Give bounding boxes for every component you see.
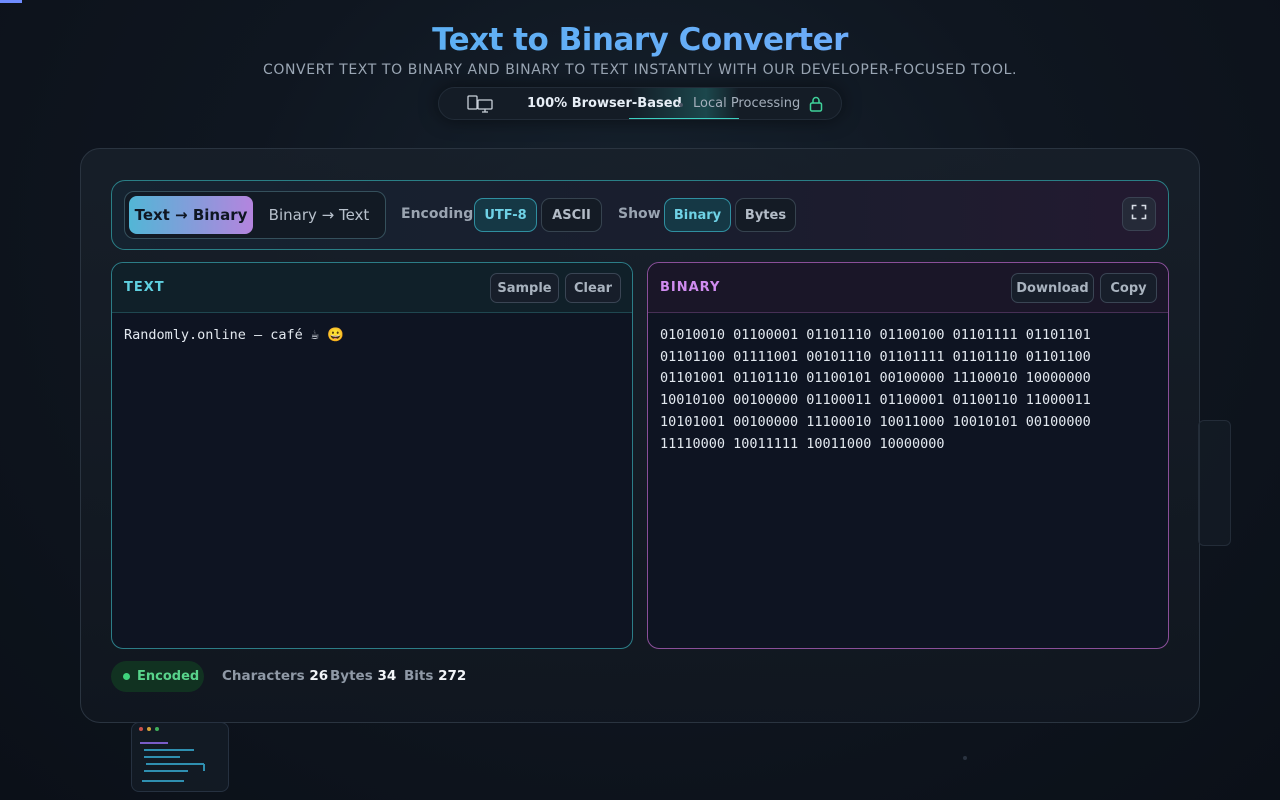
copy-button[interactable]: Copy: [1100, 273, 1157, 303]
hero: Text to Binary Converter CONVERT TEXT TO…: [0, 20, 1280, 78]
sample-button[interactable]: Sample: [490, 273, 559, 303]
text-input-area[interactable]: Randomly.online — café ☕ 😀: [124, 325, 620, 638]
badge-separator-dot: [679, 103, 683, 107]
browser-based-badge: 100% Browser-Based Local Processing: [438, 87, 842, 120]
badge-primary-text: 100% Browser-Based: [527, 96, 682, 111]
show-bytes-button[interactable]: Bytes: [735, 198, 796, 232]
stat-bits-value: 272: [438, 668, 467, 684]
stat-bytes: Bytes 34: [330, 668, 396, 684]
encoding-label: Encoding: [401, 206, 474, 222]
binary-card-title: BINARY: [660, 280, 721, 295]
mode-text-to-binary-button[interactable]: Text → Binary: [129, 196, 253, 234]
fullscreen-button[interactable]: [1122, 197, 1156, 231]
encoding-ascii-button[interactable]: ASCII: [541, 198, 602, 232]
binary-card-header: BINARY Download Copy: [648, 263, 1168, 313]
fullscreen-icon: [1131, 204, 1147, 225]
badge-secondary-text: Local Processing: [693, 96, 801, 111]
stat-bits-label: Bits: [404, 668, 434, 684]
stat-bits: Bits 272: [404, 668, 466, 684]
badge-glow-line: [629, 118, 739, 119]
text-input-card: TEXT Sample Clear Randomly.online — café…: [111, 262, 633, 649]
stat-characters-label: Characters: [222, 668, 305, 684]
mode-binary-to-text-button[interactable]: Binary → Text: [258, 196, 380, 234]
decorative-speck: [963, 756, 967, 760]
stat-characters-value: 26: [309, 668, 329, 684]
clear-button[interactable]: Clear: [565, 273, 621, 303]
page-title: Text to Binary Converter: [0, 20, 1280, 60]
lock-icon: [809, 96, 823, 112]
devices-icon: [467, 94, 495, 114]
binary-output-card: BINARY Download Copy 01010010 01100001 0…: [647, 262, 1169, 649]
page-subtitle: CONVERT TEXT TO BINARY AND BINARY TO TEX…: [262, 62, 1018, 78]
stat-characters: Characters 26: [222, 668, 328, 684]
text-card-header: TEXT Sample Clear: [112, 263, 632, 313]
download-button[interactable]: Download: [1011, 273, 1094, 303]
corner-accent: [0, 0, 22, 3]
status-text: Encoded: [137, 669, 200, 684]
status-badge: Encoded: [111, 661, 204, 692]
binary-output-area[interactable]: 01010010 01100001 01101110 01100100 0110…: [660, 325, 1156, 638]
status-dot: [123, 673, 130, 680]
show-label: Show: [618, 206, 661, 222]
decorative-code-window: [131, 722, 229, 792]
decorative-side-card: [1198, 420, 1231, 546]
stat-bytes-label: Bytes: [330, 668, 373, 684]
show-binary-button[interactable]: Binary: [664, 198, 731, 232]
text-card-title: TEXT: [124, 280, 165, 295]
encoding-utf8-button[interactable]: UTF-8: [474, 198, 537, 232]
stat-bytes-value: 34: [377, 668, 397, 684]
